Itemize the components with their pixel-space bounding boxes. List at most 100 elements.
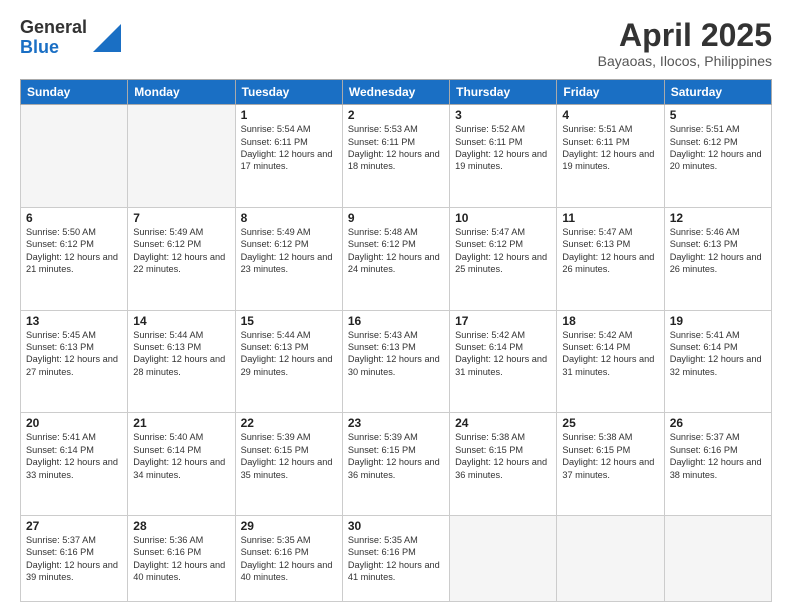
day-number: 28 [133,519,229,533]
day-info: Sunrise: 5:48 AM Sunset: 6:12 PM Dayligh… [348,226,444,276]
day-info: Sunrise: 5:35 AM Sunset: 6:16 PM Dayligh… [348,534,444,584]
header-friday: Friday [557,80,664,105]
day-cell: 26Sunrise: 5:37 AM Sunset: 6:16 PM Dayli… [664,413,771,516]
calendar-table: Sunday Monday Tuesday Wednesday Thursday… [20,79,772,602]
day-info: Sunrise: 5:39 AM Sunset: 6:15 PM Dayligh… [348,431,444,481]
day-number: 16 [348,314,444,328]
week-row-5: 27Sunrise: 5:37 AM Sunset: 6:16 PM Dayli… [21,516,772,602]
day-cell: 8Sunrise: 5:49 AM Sunset: 6:12 PM Daylig… [235,207,342,310]
day-cell: 11Sunrise: 5:47 AM Sunset: 6:13 PM Dayli… [557,207,664,310]
day-number: 18 [562,314,658,328]
week-row-3: 13Sunrise: 5:45 AM Sunset: 6:13 PM Dayli… [21,310,772,413]
day-cell: 1Sunrise: 5:54 AM Sunset: 6:11 PM Daylig… [235,105,342,208]
day-cell: 17Sunrise: 5:42 AM Sunset: 6:14 PM Dayli… [450,310,557,413]
header-thursday: Thursday [450,80,557,105]
logo: General Blue [20,18,121,58]
week-row-2: 6Sunrise: 5:50 AM Sunset: 6:12 PM Daylig… [21,207,772,310]
day-cell: 4Sunrise: 5:51 AM Sunset: 6:11 PM Daylig… [557,105,664,208]
subtitle: Bayaoas, Ilocos, Philippines [598,53,772,69]
day-number: 15 [241,314,337,328]
day-cell: 30Sunrise: 5:35 AM Sunset: 6:16 PM Dayli… [342,516,449,602]
day-number: 26 [670,416,766,430]
day-number: 10 [455,211,551,225]
day-cell: 18Sunrise: 5:42 AM Sunset: 6:14 PM Dayli… [557,310,664,413]
day-number: 21 [133,416,229,430]
day-number: 11 [562,211,658,225]
day-number: 17 [455,314,551,328]
day-number: 27 [26,519,122,533]
day-info: Sunrise: 5:47 AM Sunset: 6:12 PM Dayligh… [455,226,551,276]
day-info: Sunrise: 5:35 AM Sunset: 6:16 PM Dayligh… [241,534,337,584]
weekday-header-row: Sunday Monday Tuesday Wednesday Thursday… [21,80,772,105]
day-cell: 15Sunrise: 5:44 AM Sunset: 6:13 PM Dayli… [235,310,342,413]
header: General Blue April 2025 Bayaoas, Ilocos,… [20,18,772,69]
day-info: Sunrise: 5:37 AM Sunset: 6:16 PM Dayligh… [670,431,766,481]
day-number: 2 [348,108,444,122]
day-cell [450,516,557,602]
day-info: Sunrise: 5:40 AM Sunset: 6:14 PM Dayligh… [133,431,229,481]
week-row-1: 1Sunrise: 5:54 AM Sunset: 6:11 PM Daylig… [21,105,772,208]
day-number: 19 [670,314,766,328]
logo-triangle-icon [93,24,121,52]
day-info: Sunrise: 5:37 AM Sunset: 6:16 PM Dayligh… [26,534,122,584]
day-number: 23 [348,416,444,430]
logo-general: General [20,18,87,38]
day-info: Sunrise: 5:51 AM Sunset: 6:11 PM Dayligh… [562,123,658,173]
day-number: 1 [241,108,337,122]
day-number: 4 [562,108,658,122]
day-number: 22 [241,416,337,430]
header-wednesday: Wednesday [342,80,449,105]
day-cell: 12Sunrise: 5:46 AM Sunset: 6:13 PM Dayli… [664,207,771,310]
day-info: Sunrise: 5:38 AM Sunset: 6:15 PM Dayligh… [562,431,658,481]
day-cell: 23Sunrise: 5:39 AM Sunset: 6:15 PM Dayli… [342,413,449,516]
day-info: Sunrise: 5:47 AM Sunset: 6:13 PM Dayligh… [562,226,658,276]
day-cell: 29Sunrise: 5:35 AM Sunset: 6:16 PM Dayli… [235,516,342,602]
day-number: 9 [348,211,444,225]
day-number: 7 [133,211,229,225]
day-info: Sunrise: 5:44 AM Sunset: 6:13 PM Dayligh… [133,329,229,379]
day-number: 30 [348,519,444,533]
day-cell [557,516,664,602]
day-number: 3 [455,108,551,122]
day-info: Sunrise: 5:54 AM Sunset: 6:11 PM Dayligh… [241,123,337,173]
day-cell: 3Sunrise: 5:52 AM Sunset: 6:11 PM Daylig… [450,105,557,208]
header-tuesday: Tuesday [235,80,342,105]
day-info: Sunrise: 5:49 AM Sunset: 6:12 PM Dayligh… [241,226,337,276]
day-cell: 13Sunrise: 5:45 AM Sunset: 6:13 PM Dayli… [21,310,128,413]
logo-blue: Blue [20,38,87,58]
day-info: Sunrise: 5:51 AM Sunset: 6:12 PM Dayligh… [670,123,766,173]
day-cell: 21Sunrise: 5:40 AM Sunset: 6:14 PM Dayli… [128,413,235,516]
day-number: 20 [26,416,122,430]
day-info: Sunrise: 5:42 AM Sunset: 6:14 PM Dayligh… [455,329,551,379]
header-monday: Monday [128,80,235,105]
day-cell [128,105,235,208]
day-number: 14 [133,314,229,328]
day-cell: 19Sunrise: 5:41 AM Sunset: 6:14 PM Dayli… [664,310,771,413]
day-cell: 22Sunrise: 5:39 AM Sunset: 6:15 PM Dayli… [235,413,342,516]
header-saturday: Saturday [664,80,771,105]
day-cell: 5Sunrise: 5:51 AM Sunset: 6:12 PM Daylig… [664,105,771,208]
day-info: Sunrise: 5:45 AM Sunset: 6:13 PM Dayligh… [26,329,122,379]
day-cell: 10Sunrise: 5:47 AM Sunset: 6:12 PM Dayli… [450,207,557,310]
month-title: April 2025 [598,18,772,53]
day-info: Sunrise: 5:52 AM Sunset: 6:11 PM Dayligh… [455,123,551,173]
day-info: Sunrise: 5:36 AM Sunset: 6:16 PM Dayligh… [133,534,229,584]
day-info: Sunrise: 5:41 AM Sunset: 6:14 PM Dayligh… [670,329,766,379]
day-cell: 24Sunrise: 5:38 AM Sunset: 6:15 PM Dayli… [450,413,557,516]
day-cell: 28Sunrise: 5:36 AM Sunset: 6:16 PM Dayli… [128,516,235,602]
day-info: Sunrise: 5:41 AM Sunset: 6:14 PM Dayligh… [26,431,122,481]
day-info: Sunrise: 5:44 AM Sunset: 6:13 PM Dayligh… [241,329,337,379]
day-number: 8 [241,211,337,225]
logo-text: General Blue [20,18,87,58]
day-info: Sunrise: 5:50 AM Sunset: 6:12 PM Dayligh… [26,226,122,276]
day-number: 25 [562,416,658,430]
day-cell [664,516,771,602]
day-number: 24 [455,416,551,430]
week-row-4: 20Sunrise: 5:41 AM Sunset: 6:14 PM Dayli… [21,413,772,516]
day-cell: 9Sunrise: 5:48 AM Sunset: 6:12 PM Daylig… [342,207,449,310]
day-info: Sunrise: 5:46 AM Sunset: 6:13 PM Dayligh… [670,226,766,276]
day-cell [21,105,128,208]
day-info: Sunrise: 5:38 AM Sunset: 6:15 PM Dayligh… [455,431,551,481]
day-cell: 20Sunrise: 5:41 AM Sunset: 6:14 PM Dayli… [21,413,128,516]
day-cell: 2Sunrise: 5:53 AM Sunset: 6:11 PM Daylig… [342,105,449,208]
